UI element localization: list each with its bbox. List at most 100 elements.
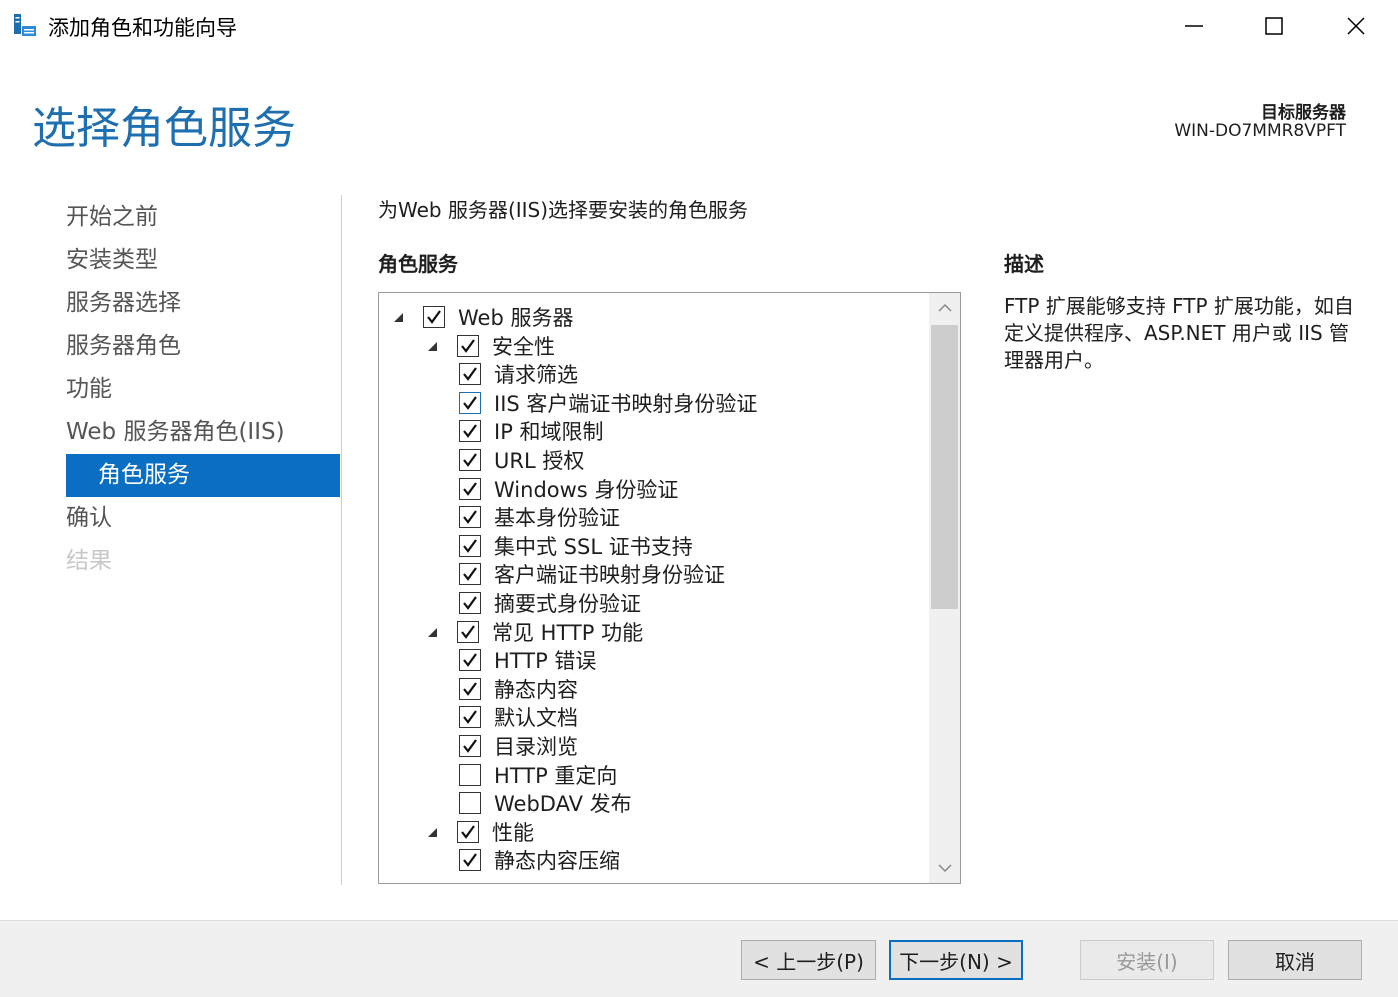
checkbox[interactable] bbox=[459, 563, 481, 586]
checkbox[interactable] bbox=[459, 735, 481, 757]
tree-item[interactable]: 性能 bbox=[425, 818, 534, 846]
tree-item-label: URL 授权 bbox=[494, 449, 585, 473]
footer-bar: < 上一步(P) 下一步(N) > 安装(I) 取消 bbox=[0, 920, 1398, 997]
tree-item-label: HTTP 错误 bbox=[494, 649, 597, 674]
tree-item-label: 集中式 SSL 证书支持 bbox=[494, 534, 693, 559]
checkmark-icon bbox=[463, 653, 477, 668]
tree-item-label: HTTP 重定向 bbox=[494, 763, 618, 788]
next-button[interactable]: 下一步(N) > bbox=[889, 940, 1023, 980]
nav-item-before-you-begin[interactable]: 开始之前 bbox=[66, 196, 340, 239]
title-bar: 添加角色和功能向导 bbox=[0, 0, 1398, 52]
tree-item[interactable]: 目录浏览 bbox=[459, 732, 578, 760]
instruction-text: 为Web 服务器(IIS)选择要安装的角色服务 bbox=[378, 198, 749, 222]
scroll-up-button[interactable] bbox=[929, 293, 960, 323]
checkmark-icon bbox=[463, 710, 477, 725]
tree-item[interactable]: 请求筛选 bbox=[459, 360, 578, 388]
minimize-button[interactable] bbox=[1154, 0, 1234, 52]
checkbox[interactable] bbox=[459, 677, 481, 700]
tree-item[interactable]: 默认文档 bbox=[459, 703, 578, 731]
checkmark-icon bbox=[463, 739, 477, 753]
nav-item-features[interactable]: 功能 bbox=[66, 368, 340, 411]
tree-item-label: Windows 身份验证 bbox=[494, 477, 679, 502]
checkmark-icon bbox=[463, 510, 477, 525]
checkbox[interactable] bbox=[459, 420, 481, 443]
checkbox[interactable] bbox=[459, 534, 481, 557]
checkmark-icon bbox=[463, 424, 477, 439]
checkbox[interactable] bbox=[459, 706, 481, 729]
checkbox[interactable] bbox=[457, 620, 479, 643]
expand-triangle-icon[interactable] bbox=[425, 825, 439, 839]
expand-triangle-icon[interactable] bbox=[425, 339, 439, 353]
checkbox[interactable] bbox=[423, 306, 445, 328]
tree-item-label: 静态内容压缩 bbox=[494, 849, 620, 874]
install-button: 安装(I) bbox=[1080, 940, 1214, 980]
tree-item-label: 静态内容 bbox=[494, 677, 578, 702]
checkbox[interactable] bbox=[459, 363, 481, 386]
nav-item-confirmation[interactable]: 确认 bbox=[66, 497, 340, 540]
tree-item-label: IP 和域限制 bbox=[494, 420, 604, 445]
tree-item[interactable]: 常见 HTTP 功能 bbox=[425, 618, 643, 646]
tree-item[interactable]: 静态内容压缩 bbox=[459, 846, 620, 874]
minimize-icon bbox=[1185, 25, 1203, 27]
nav-item-server-selection[interactable]: 服务器选择 bbox=[66, 282, 340, 325]
expand-triangle-icon[interactable] bbox=[425, 625, 439, 639]
scroll-thumb[interactable] bbox=[931, 325, 958, 609]
tree-item-label: 摘要式身份验证 bbox=[494, 592, 641, 616]
checkbox[interactable] bbox=[459, 792, 481, 815]
nav-item-web-server-role[interactable]: Web 服务器角色(IIS) bbox=[66, 411, 340, 454]
checkbox[interactable] bbox=[457, 334, 479, 357]
tree-item[interactable]: IIS 客户端证书映射身份验证 bbox=[459, 389, 757, 417]
checkbox[interactable] bbox=[459, 849, 481, 872]
checkmark-icon bbox=[463, 481, 477, 496]
checkmark-icon bbox=[463, 567, 477, 582]
tree-item[interactable]: IP 和域限制 bbox=[459, 417, 604, 445]
previous-button[interactable]: < 上一步(P) bbox=[741, 940, 876, 980]
checkmark-icon bbox=[461, 624, 475, 639]
tree-item[interactable]: WebDAV 发布 bbox=[459, 789, 632, 817]
checkbox[interactable] bbox=[457, 820, 479, 843]
nav-item-installation-type[interactable]: 安装类型 bbox=[66, 239, 340, 282]
checkmark-icon bbox=[463, 682, 477, 696]
tree-item[interactable]: HTTP 错误 bbox=[459, 646, 596, 674]
tree-item[interactable]: 静态内容 bbox=[459, 675, 578, 703]
tree-item[interactable]: 安全性 bbox=[425, 332, 555, 360]
checkbox[interactable] bbox=[459, 649, 481, 672]
expand-triangle-icon[interactable] bbox=[391, 310, 405, 324]
tree-item-label: 常见 HTTP 功能 bbox=[492, 620, 644, 645]
tree-item-label: Web 服务器 bbox=[458, 306, 574, 330]
checkmark-icon bbox=[463, 853, 477, 868]
nav-item-server-roles[interactable]: 服务器角色 bbox=[66, 325, 340, 368]
nav-divider bbox=[341, 195, 342, 885]
tree-item[interactable]: 集中式 SSL 证书支持 bbox=[459, 532, 693, 560]
description-header: 描述 bbox=[1004, 252, 1044, 276]
chevron-up-icon bbox=[937, 303, 952, 312]
tree-item-label: 性能 bbox=[492, 820, 534, 845]
tree-item[interactable]: 摘要式身份验证 bbox=[459, 589, 641, 617]
checkbox[interactable] bbox=[459, 477, 481, 500]
checkbox[interactable] bbox=[459, 391, 481, 414]
tree-item-label: WebDAV 发布 bbox=[494, 792, 632, 817]
checkmark-icon bbox=[463, 396, 477, 410]
tree-item[interactable]: HTTP 重定向 bbox=[459, 761, 617, 789]
checkmark-icon bbox=[461, 825, 475, 839]
cancel-button[interactable]: 取消 bbox=[1228, 940, 1362, 980]
checkmark-icon bbox=[463, 596, 477, 610]
tree-item[interactable]: Windows 身份验证 bbox=[459, 475, 678, 503]
nav-item-role-services[interactable]: 角色服务 bbox=[66, 454, 340, 497]
checkbox[interactable] bbox=[459, 763, 481, 786]
close-button[interactable] bbox=[1316, 0, 1396, 52]
tree-scrollbar[interactable] bbox=[929, 293, 960, 883]
tree-item[interactable]: Web 服务器 bbox=[391, 303, 573, 331]
tree-item-label: IIS 客户端证书映射身份验证 bbox=[494, 391, 758, 416]
role-services-tree[interactable]: Web 服务器 安全性 请求筛选 IIS 客户端证书映射身份验证 IP 和域限制 URL … bbox=[378, 292, 961, 884]
tree-item[interactable]: URL 授权 bbox=[459, 446, 584, 474]
tree-item-label: 目录浏览 bbox=[494, 735, 578, 759]
scroll-down-button[interactable] bbox=[929, 853, 960, 883]
checkbox[interactable] bbox=[459, 592, 481, 614]
tree-item[interactable]: 客户端证书映射身份验证 bbox=[459, 560, 725, 588]
checkbox[interactable] bbox=[459, 506, 481, 529]
target-server-name: WIN-DO7MMR8VPFT bbox=[1174, 121, 1346, 141]
tree-item[interactable]: 基本身份验证 bbox=[459, 503, 620, 531]
checkbox[interactable] bbox=[459, 449, 481, 471]
maximize-button[interactable] bbox=[1234, 0, 1314, 52]
